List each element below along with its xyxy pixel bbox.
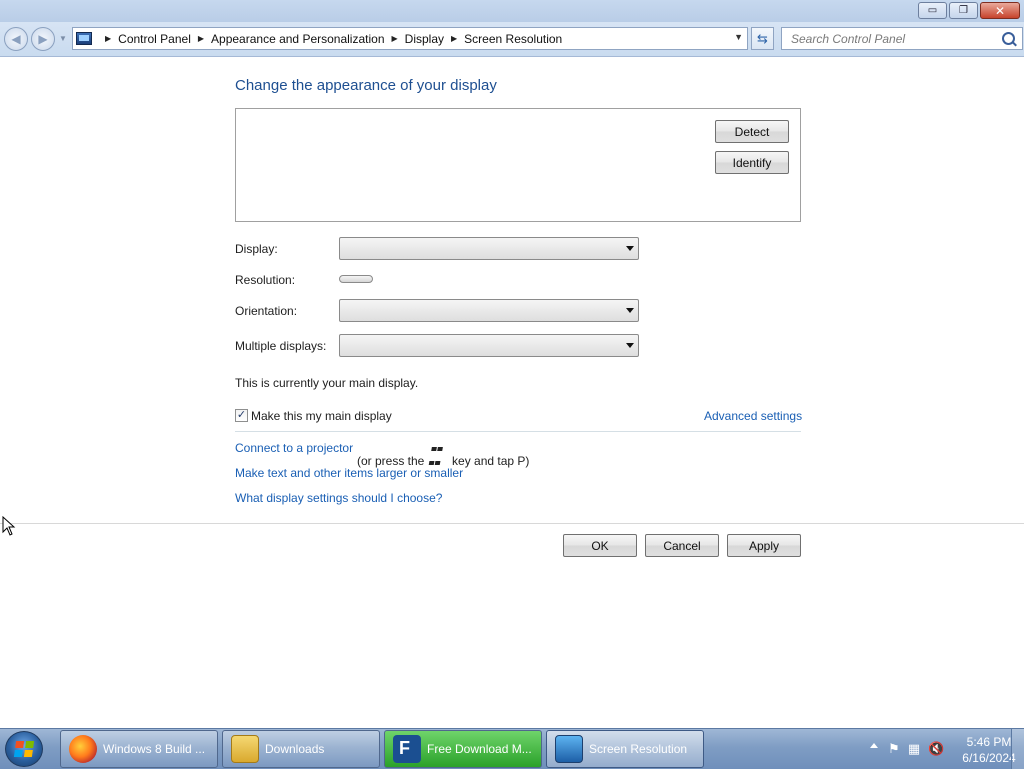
display-dropdown[interactable] (339, 237, 639, 260)
connect-projector-link[interactable]: Connect to a projector (235, 441, 353, 455)
page-title: Change the appearance of your display (235, 77, 497, 94)
windows-key-icon (428, 441, 446, 465)
orientation-dropdown[interactable] (339, 299, 639, 322)
make-main-display-label[interactable]: Make this my main display (251, 409, 392, 423)
search-box[interactable] (781, 27, 1023, 50)
restore-button[interactable]: ❐ (949, 2, 978, 19)
projector-hint-suffix: key and tap P) (452, 454, 530, 468)
chevron-down-icon (626, 308, 634, 313)
recent-pages-dropdown-icon[interactable]: ▼ (59, 34, 67, 43)
resolution-dropdown[interactable] (339, 275, 373, 283)
breadcrumb-appearance-personalization[interactable]: Appearance and Personalization (211, 32, 384, 46)
cancel-button[interactable]: Cancel (645, 534, 719, 557)
taskbar-item-screen-resolution[interactable]: Screen Resolution (546, 730, 704, 768)
clock-date: 6/16/2024 (962, 751, 1016, 765)
projector-hint: (or press the key and tap P) (357, 441, 529, 468)
taskbar-item-firefox[interactable]: Windows 8 Build ... (60, 730, 218, 768)
orientation-label: Orientation: (235, 304, 298, 318)
start-button[interactable] (5, 731, 43, 767)
multiple-displays-dropdown[interactable] (339, 334, 639, 357)
identify-button[interactable]: Identify (715, 151, 789, 174)
control-panel-icon (76, 32, 92, 45)
display-icon (555, 735, 583, 763)
clock-time: 5:46 PM (966, 735, 1012, 749)
advanced-settings-link[interactable]: Advanced settings (704, 409, 802, 423)
fdm-icon (393, 735, 421, 763)
firefox-icon (69, 735, 97, 763)
make-main-display-checkbox[interactable]: ✓ (235, 409, 248, 422)
breadcrumb-separator-icon[interactable]: ▶ (198, 34, 204, 43)
button-area-divider (0, 523, 1024, 524)
display-label: Display: (235, 242, 278, 256)
taskbar-item-downloads[interactable]: Downloads (222, 730, 380, 768)
multiple-displays-label: Multiple displays: (235, 339, 327, 353)
refresh-button[interactable]: ⇆ (751, 27, 774, 50)
system-tray: ⚑ ▦ 🔇 5:46 PM 6/16/2024 (844, 729, 1024, 769)
volume-muted-icon[interactable]: 🔇 (928, 741, 944, 757)
taskbar-item-label: Windows 8 Build ... (103, 742, 206, 756)
action-center-icon[interactable]: ⚑ (886, 741, 902, 757)
taskbar-item-label: Downloads (265, 742, 325, 756)
apply-button[interactable]: Apply (727, 534, 801, 557)
display-help-link[interactable]: What display settings should I choose? (235, 491, 442, 505)
resolution-label: Resolution: (235, 273, 296, 287)
section-divider (235, 431, 801, 432)
taskbar: Windows 8 Build ... Downloads Free Downl… (0, 728, 1024, 769)
breadcrumb-separator-icon[interactable]: ▶ (451, 34, 457, 43)
main-display-status: This is currently your main display. (235, 376, 419, 390)
breadcrumb-separator-icon[interactable]: ▶ (392, 34, 398, 43)
window-title-bar: ▭ ❐ ✕ (0, 0, 1024, 22)
show-desktop-button[interactable] (1011, 729, 1024, 769)
search-icon[interactable] (1002, 32, 1015, 45)
chevron-down-icon (626, 343, 634, 348)
close-button[interactable]: ✕ (980, 2, 1020, 19)
breadcrumb-separator-icon[interactable]: ▶ (105, 34, 111, 43)
caption-buttons: ▭ ❐ ✕ (918, 2, 1020, 20)
windows-logo-icon (13, 741, 35, 757)
taskbar-item-label: Free Download M... (427, 742, 532, 756)
detect-button[interactable]: Detect (715, 120, 789, 143)
back-button[interactable]: ◀ (4, 27, 28, 51)
clock[interactable]: 5:46 PM 6/16/2024 (959, 734, 1019, 766)
show-hidden-icons-icon[interactable] (870, 743, 878, 748)
network-icon[interactable]: ▦ (906, 741, 922, 757)
forward-button[interactable]: ▶ (31, 27, 55, 51)
chevron-down-icon (626, 246, 634, 251)
taskbar-item-free-download-manager[interactable]: Free Download M... (384, 730, 542, 768)
minimize-button[interactable]: ▭ (918, 2, 947, 19)
navigation-bar: ◀ ▶ ▼ ▶ Control Panel ▶ Appearance and P… (0, 22, 1024, 57)
breadcrumb-control-panel[interactable]: Control Panel (118, 32, 191, 46)
taskbar-item-label: Screen Resolution (589, 742, 688, 756)
text-size-link[interactable]: Make text and other items larger or smal… (235, 466, 463, 480)
address-bar[interactable]: ▶ Control Panel ▶ Appearance and Persona… (72, 27, 748, 50)
search-input[interactable] (789, 30, 1003, 47)
address-dropdown-icon[interactable]: ▼ (734, 32, 743, 42)
folder-icon (231, 735, 259, 763)
breadcrumb-display[interactable]: Display (405, 32, 444, 46)
breadcrumb-screen-resolution[interactable]: Screen Resolution (464, 32, 562, 46)
ok-button[interactable]: OK (563, 534, 637, 557)
